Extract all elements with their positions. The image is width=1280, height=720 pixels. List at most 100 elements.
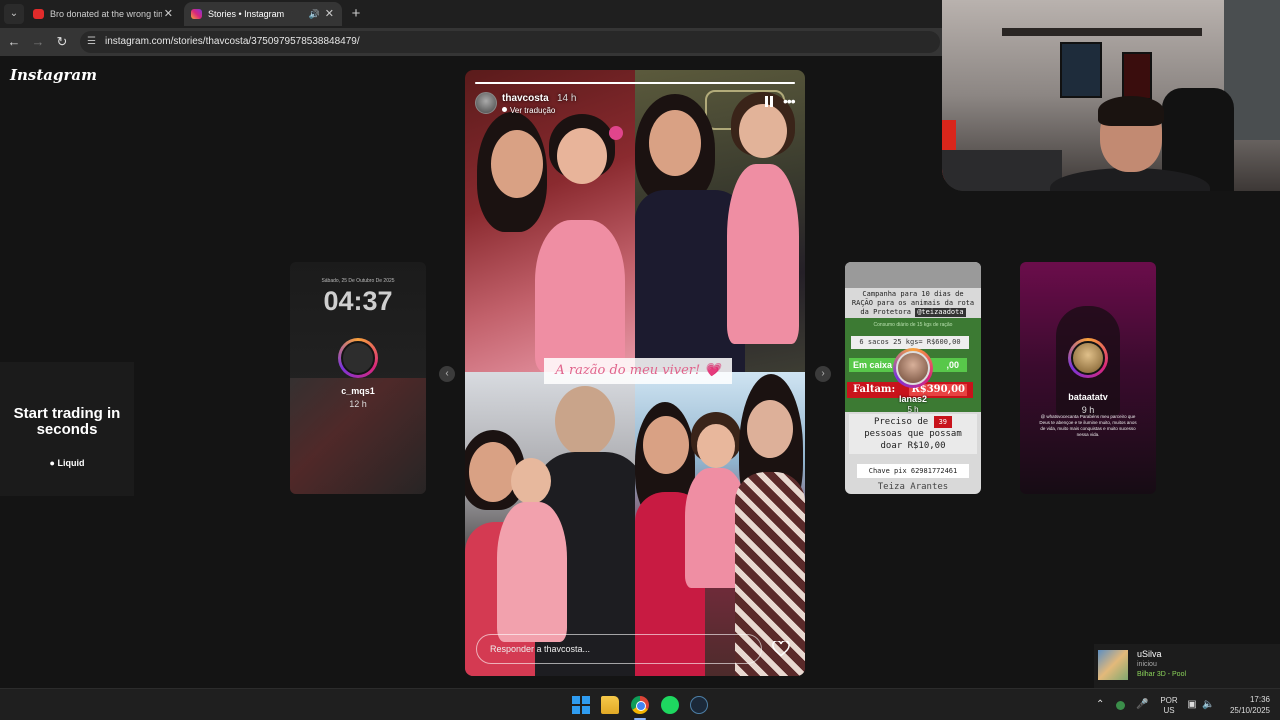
story-username: c_mqs1 (341, 386, 375, 396)
story-caption-banner: A razão do meu viver! 💗 (544, 358, 732, 384)
network-icon[interactable]: ▣ (1186, 699, 1198, 711)
story-avatar (1068, 338, 1108, 378)
story-caption: A razão do meu viver! 💗 (555, 363, 721, 378)
campaign-line-3-text: da Protetora (860, 308, 911, 316)
system-clock[interactable]: 17:36 25/10/2025 (1222, 694, 1270, 720)
tray-app-icon[interactable] (1116, 701, 1125, 710)
webcam-overlay (942, 0, 1280, 191)
story-username: bataatatv (1068, 392, 1108, 402)
em-caixa-label: Em caixa (853, 360, 893, 370)
instagram-favicon-icon (191, 9, 202, 19)
campaign-preciso: Preciso de 39 pessoas que possam doar R$… (849, 414, 977, 454)
tab-title: Stories • Instagram (208, 9, 285, 19)
previous-story-chevron-icon[interactable]: ‹ (439, 366, 455, 382)
preciso-text: Preciso de (873, 417, 929, 427)
campaign-text: Campanha para 10 dias de RAÇÃO para os a… (851, 290, 975, 317)
lockscreen-time: 04:37 (323, 286, 393, 316)
webcam-shelf (1002, 28, 1202, 36)
tab-instagram-stories[interactable]: Stories • Instagram 🔊 ✕ (184, 2, 342, 26)
pause-icon[interactable] (764, 96, 774, 108)
ad-story-card[interactable]: Start trading in seconds ● Liquid (0, 362, 134, 496)
preciso-line-2: pessoas que possam (864, 429, 962, 439)
chrome-icon[interactable] (631, 696, 649, 714)
ad-headline: Start trading in seconds (13, 405, 121, 438)
story-progress-bar (475, 82, 795, 84)
webcam-wall-frame (1060, 42, 1102, 98)
webcam-desk (942, 150, 1062, 191)
reload-icon[interactable]: ↻ (52, 32, 72, 52)
spotify-icon[interactable] (661, 696, 679, 714)
ad-brand-name: Liquid (57, 458, 85, 468)
address-bar[interactable]: ☰ instagram.com/stories/thavcosta/375097… (80, 31, 940, 53)
preciso-line-3: doar R$10,00 (880, 441, 946, 451)
tab-search-chevron-icon[interactable]: ⌄ (4, 4, 24, 24)
notification-user: uSilva (1137, 649, 1162, 659)
game-notification[interactable]: uSilva iniciou Bilhar 3D - Pool (1094, 644, 1280, 688)
clock-time: 17:36 (1249, 695, 1270, 704)
campaign-pix-key: Chave pix 62981772461 (857, 464, 969, 478)
more-options-icon[interactable]: ••• (783, 94, 796, 108)
campaign-line-3: da Protetora @teizaadota (851, 308, 975, 317)
clock-date: 25/10/2025 (1229, 706, 1270, 715)
photo-family-with-grandfather (465, 372, 635, 676)
story-avatar (338, 338, 378, 378)
story-age: 14 h (557, 93, 577, 104)
language-code: POR (1160, 696, 1178, 705)
em-caixa-value: ,00 (946, 360, 959, 370)
active-story[interactable]: thavcosta 14 h Ver tradução ••• A razão … (465, 70, 805, 676)
notification-game-thumbnail (1098, 650, 1128, 680)
youtube-favicon-icon (33, 9, 44, 19)
keyboard-layout: US (1163, 706, 1175, 715)
story-preview-bataatatv[interactable]: bataatatv 9 h @ whatsvocecanta Parabéns … (1020, 262, 1156, 494)
lockscreen-date: Sábado, 25 De Outubro De 2025 (321, 278, 395, 284)
webcam-wall-frame (1122, 52, 1152, 100)
story-username: lanas2 (898, 394, 928, 404)
story-preview-c-mqs1[interactable]: Sábado, 25 De Outubro De 2025 04:37 c_mq… (290, 262, 426, 494)
story-preview-header-band (845, 262, 981, 288)
next-story-chevron-icon[interactable]: › (815, 366, 831, 382)
windows-taskbar: ⌃ 🎤 POR US ▣ 🔈 17:36 25/10/2025 (0, 688, 1280, 720)
tab-youtube[interactable]: Bro donated at the wrong time! ✕ (26, 2, 181, 26)
file-explorer-icon[interactable] (601, 696, 619, 714)
close-tab-icon[interactable]: ✕ (325, 2, 334, 26)
story-header: thavcosta 14 h Ver tradução ••• (475, 90, 796, 118)
campaign-signature: Teiza Arantes (877, 482, 949, 492)
photo-grandmother-mother-daughter (635, 372, 805, 676)
story-author-username[interactable]: thavcosta (502, 93, 549, 104)
preciso-line-1: Preciso de 39 (849, 416, 977, 428)
campaign-line-2: RAÇÃO para os animais da rota (851, 299, 975, 307)
site-info-icon[interactable]: ☰ (87, 36, 99, 48)
webcam-streamer-hair (1098, 96, 1164, 126)
preciso-count: 39 (933, 416, 953, 428)
tab-title: Bro donated at the wrong time! (50, 9, 162, 19)
campaign-sacos: 6 sacos 25 kgs= R$600,00 (851, 336, 969, 349)
translate-link[interactable]: Ver tradução (502, 106, 555, 115)
back-arrow-icon[interactable]: ← (4, 32, 24, 52)
campaign-mention: @teizaadota (915, 308, 966, 317)
forward-arrow-icon[interactable]: → (28, 32, 48, 52)
steam-icon[interactable] (690, 696, 708, 714)
story-avatar (893, 348, 933, 388)
story-age: 5 h (907, 405, 919, 414)
notification-status: iniciou (1137, 661, 1157, 668)
instagram-logo[interactable]: Instagram (10, 66, 97, 84)
campaign-line-1: Campanha para 10 dias de (862, 290, 964, 298)
ad-brand: ● Liquid (49, 458, 85, 468)
reply-input[interactable]: Responder a thavcosta... (476, 634, 762, 664)
campaign-faint-text: Consumo diário de 15 kgs de ração (873, 322, 953, 328)
microphone-icon[interactable]: 🎤 (1136, 699, 1148, 711)
like-heart-icon[interactable] (772, 641, 790, 657)
translate-label: Ver tradução (510, 106, 556, 115)
notification-game: Bilhar 3D - Pool (1137, 671, 1187, 678)
story-preview-campaign[interactable]: Campanha para 10 dias de RAÇÃO para os a… (845, 262, 981, 494)
volume-icon[interactable]: 🔈 (1202, 699, 1214, 711)
input-language[interactable]: POR US (1158, 696, 1180, 720)
audio-playing-icon[interactable]: 🔊 (309, 2, 320, 26)
screen: ⌄ Bro donated at the wrong time! ✕ Stori… (0, 0, 1280, 720)
close-tab-icon[interactable]: ✕ (164, 2, 173, 26)
tray-overflow-chevron-icon[interactable]: ⌃ (1096, 689, 1104, 720)
windows-start-icon[interactable] (572, 696, 590, 714)
new-tab-button[interactable]: + (346, 4, 366, 24)
story-author-avatar[interactable] (475, 92, 497, 114)
url-text[interactable]: instagram.com/stories/thavcosta/37509795… (105, 31, 360, 53)
